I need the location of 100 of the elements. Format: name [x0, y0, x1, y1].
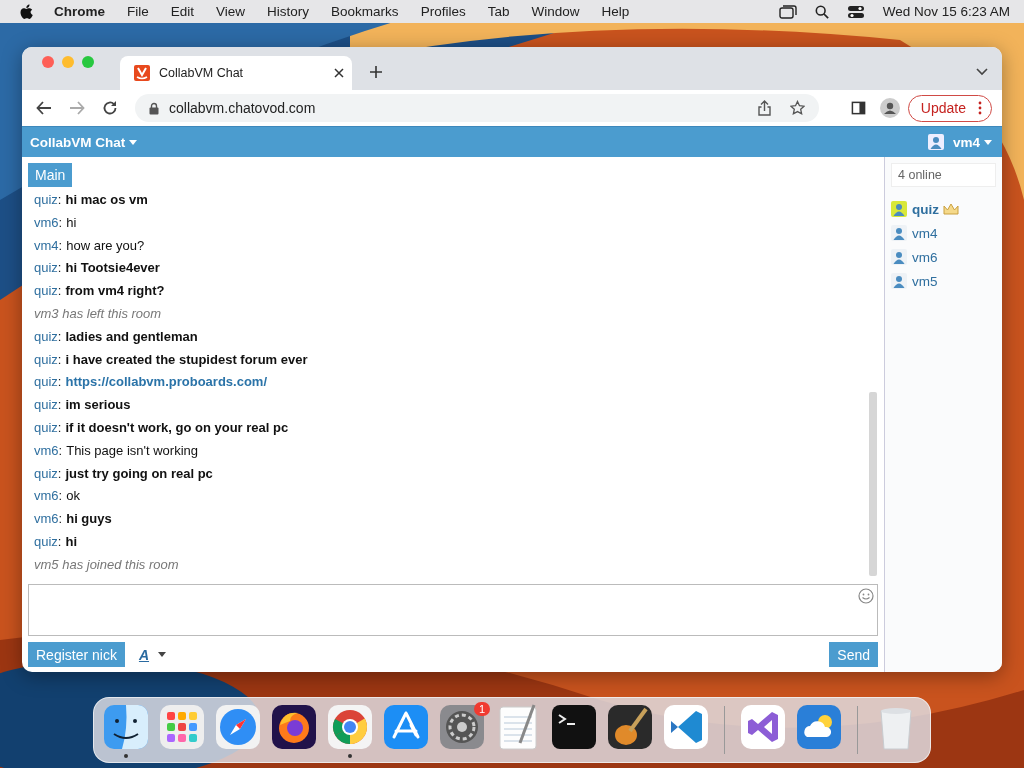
user-name[interactable]: vm6 [912, 249, 938, 265]
caret-icon [129, 139, 138, 145]
message-text: hi Tootsie4ever [65, 260, 160, 276]
colon: : [57, 260, 62, 276]
guitar-icon[interactable] [606, 702, 654, 751]
colon: : [57, 192, 62, 207]
message-text: This page isn't working [66, 442, 198, 458]
system-message: vm5 has joined this room [34, 556, 179, 572]
message-text: ok [66, 488, 80, 504]
menu-item[interactable]: Window [531, 4, 580, 19]
nickname[interactable]: quiz [34, 374, 58, 390]
colon: : [58, 488, 63, 504]
windows-icon[interactable] [778, 4, 797, 19]
terminal-icon[interactable] [550, 702, 598, 751]
nickname[interactable]: quiz [34, 419, 58, 435]
crown-icon [943, 203, 959, 215]
colon: : [57, 397, 62, 413]
v-logo-icon [134, 65, 150, 81]
nickname[interactable]: quiz [34, 192, 58, 207]
room-tab[interactable]: Main [28, 163, 73, 187]
app-grid-icon[interactable] [158, 702, 206, 751]
browser-tab[interactable]: CollabVM Chat [120, 56, 352, 90]
nickname[interactable]: quiz [34, 260, 58, 276]
nickname[interactable]: quiz [34, 533, 58, 549]
smiley-icon[interactable] [858, 588, 874, 604]
chat-menu-button[interactable]: CollabVM Chat [30, 134, 138, 150]
nickname[interactable]: vm6 [34, 214, 59, 230]
letter-a-app-icon[interactable] [382, 702, 430, 751]
apple-icon[interactable] [20, 3, 34, 20]
reload-icon[interactable] [102, 100, 118, 116]
colon: : [57, 328, 62, 344]
menu-item[interactable]: Edit [170, 4, 195, 19]
side-panel-icon[interactable] [850, 100, 866, 116]
clock[interactable]: Wed Nov 15 6:23 AM [882, 4, 1010, 19]
compass-icon[interactable] [214, 702, 262, 751]
nickname[interactable]: vm6 [34, 442, 59, 458]
nickname[interactable]: quiz [34, 283, 58, 299]
nickname[interactable]: quiz [34, 328, 58, 344]
cloud-sun-icon[interactable] [795, 702, 843, 751]
message-input[interactable] [28, 584, 878, 636]
message-text: im serious [65, 397, 131, 413]
message-text: hi guys [66, 511, 112, 527]
colon: : [57, 283, 62, 299]
colon: : [57, 374, 62, 390]
nickname[interactable]: vm6 [34, 511, 59, 527]
menu-item[interactable]: Tab [487, 4, 510, 19]
online-count: 4 online [891, 163, 996, 187]
menu-item[interactable]: View [216, 4, 246, 19]
nickname[interactable]: quiz [34, 465, 58, 481]
lock-icon[interactable] [149, 101, 159, 115]
menu-item[interactable]: Bookmarks [331, 4, 399, 19]
send-button[interactable]: Send [829, 642, 878, 667]
gear-icon[interactable] [438, 702, 486, 751]
message-text: hi [65, 533, 78, 549]
share-icon[interactable] [756, 100, 772, 116]
control-center-icon[interactable] [846, 4, 865, 19]
close-icon[interactable] [334, 68, 344, 78]
app-menu[interactable]: Chrome [54, 4, 105, 19]
smiling-face-icon[interactable] [102, 702, 150, 751]
system-message: vm3 has left this room [34, 306, 162, 321]
colon: : [57, 465, 62, 481]
address-bar[interactable]: collabvm.chatovod.com [135, 94, 819, 122]
colon: : [57, 533, 62, 549]
profile-icon[interactable] [879, 98, 900, 118]
nickname[interactable]: quiz [34, 397, 58, 413]
menu-item[interactable]: Profiles [420, 4, 466, 19]
message-text: hi mac os vm [65, 192, 148, 207]
nickname[interactable]: vm4 [34, 237, 59, 253]
menu-item[interactable]: File [127, 4, 149, 19]
colon: : [58, 442, 63, 458]
caret-icon [158, 652, 167, 657]
user-name[interactable]: vm4 [912, 225, 938, 241]
register-nick-button[interactable]: Register nick [28, 642, 125, 667]
infinity-icon[interactable] [739, 702, 787, 751]
user-menu-button[interactable]: vm4 [952, 134, 992, 150]
message-text: from vm4 right? [65, 283, 165, 299]
colon: : [58, 214, 63, 230]
colon: : [58, 237, 63, 253]
new-tab-icon[interactable] [370, 66, 382, 78]
update-button[interactable]: Update [907, 94, 992, 122]
star-icon[interactable] [789, 100, 805, 116]
chevron-down-icon[interactable] [976, 68, 988, 76]
nickname[interactable]: vm6 [34, 488, 59, 504]
message-text: just try going on real pc [65, 465, 213, 481]
fox-icon[interactable] [270, 702, 318, 751]
user-name[interactable]: vm5 [912, 273, 938, 289]
nickname[interactable]: quiz [34, 351, 58, 367]
user-name[interactable]: quiz [912, 201, 939, 217]
caret-icon [984, 139, 992, 145]
message-text: how are you? [66, 237, 145, 253]
scrollbar[interactable] [869, 392, 877, 576]
font-button[interactable]: A [138, 646, 167, 663]
back-icon[interactable] [36, 100, 52, 116]
code-editor-icon[interactable] [662, 702, 710, 751]
message-text: if it doesn't work, go on your real pc [65, 419, 289, 435]
colon: : [57, 351, 62, 367]
menu-item[interactable]: History [267, 4, 310, 19]
colon: : [57, 419, 62, 435]
menu-item[interactable]: Help [601, 4, 630, 19]
message-link[interactable]: https://collabvm.proboards.com/ [65, 374, 267, 390]
